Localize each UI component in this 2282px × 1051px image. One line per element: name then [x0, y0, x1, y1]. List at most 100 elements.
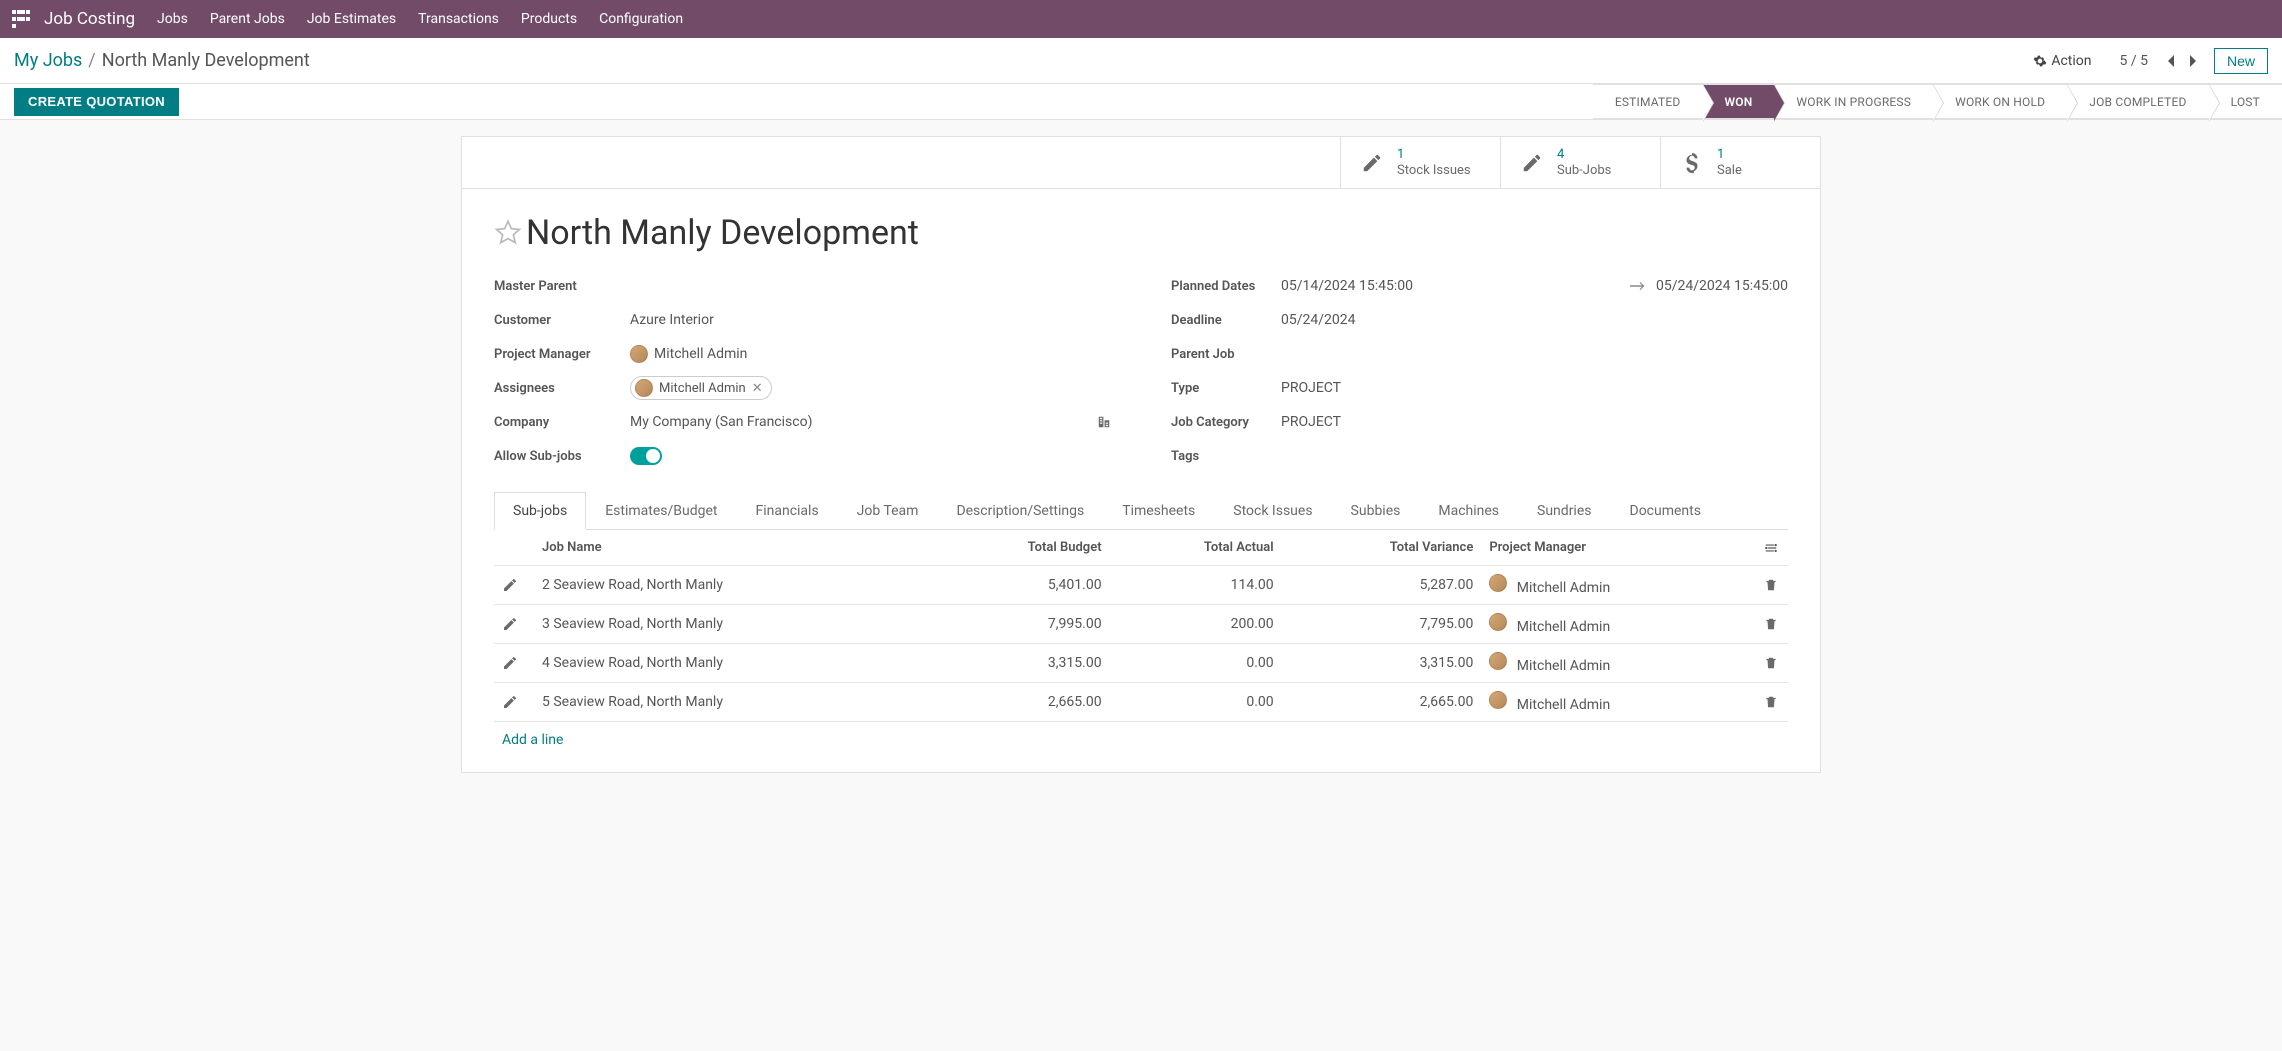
cell-total-variance: 2,665.00: [1282, 683, 1482, 722]
cell-job-name: 2 Seaview Road, North Manly: [534, 566, 929, 605]
table-row[interactable]: 4 Seaview Road, North Manly3,315.000.003…: [494, 644, 1788, 683]
value-assignees[interactable]: Mitchell Admin ✕: [630, 376, 772, 400]
nav-item-transactions[interactable]: Transactions: [418, 11, 499, 27]
cell-total-actual: 114.00: [1110, 566, 1282, 605]
create-quotation-button[interactable]: CREATE QUOTATION: [14, 88, 179, 116]
tab-stock-issues[interactable]: Stock Issues: [1214, 492, 1331, 530]
row-delete-icon[interactable]: [1764, 695, 1780, 709]
cell-total-variance: 3,315.00: [1282, 644, 1482, 683]
tab-job-team[interactable]: Job Team: [838, 492, 938, 530]
value-project-manager[interactable]: Mitchell Admin: [630, 345, 747, 363]
tab-timesheets[interactable]: Timesheets: [1103, 492, 1214, 530]
cell-project-manager: Mitchell Admin: [1481, 644, 1756, 683]
nav-item-jobs[interactable]: Jobs: [157, 11, 188, 27]
stat-count: 1: [1717, 147, 1742, 163]
row-edit-icon[interactable]: [502, 694, 526, 710]
stat-button-stock-issues[interactable]: 1Stock Issues: [1340, 137, 1500, 188]
cell-total-variance: 5,287.00: [1282, 566, 1482, 605]
status-row: CREATE QUOTATION ESTIMATEDWONWORK IN PRO…: [0, 84, 2282, 120]
breadcrumb-current: North Manly Development: [102, 50, 310, 71]
cell-total-budget: 2,665.00: [929, 683, 1109, 722]
row-delete-icon[interactable]: [1764, 617, 1780, 631]
status-bar: ESTIMATEDWONWORK IN PROGRESSWORK ON HOLD…: [1593, 84, 2282, 119]
cell-total-variance: 7,795.00: [1282, 605, 1482, 644]
pager-prev[interactable]: [2160, 54, 2182, 68]
stat-label: Sale: [1717, 163, 1742, 179]
cell-total-actual: 0.00: [1110, 644, 1282, 683]
nav-item-parent-jobs[interactable]: Parent Jobs: [210, 11, 285, 27]
row-edit-icon[interactable]: [502, 655, 526, 671]
row-delete-icon[interactable]: [1764, 578, 1780, 592]
tab-estimates-budget[interactable]: Estimates/Budget: [586, 492, 736, 530]
cell-total-actual: 0.00: [1110, 683, 1282, 722]
col-total-budget[interactable]: Total Budget: [929, 530, 1109, 566]
tab-documents[interactable]: Documents: [1611, 492, 1720, 530]
brand-title[interactable]: Job Costing: [44, 9, 135, 29]
action-menu-button[interactable]: Action: [2033, 53, 2091, 69]
favorite-star-icon[interactable]: [494, 219, 522, 247]
chip-remove-icon[interactable]: ✕: [752, 381, 763, 396]
arrow-right-icon: [1630, 281, 1646, 291]
breadcrumb-root[interactable]: My Jobs: [14, 50, 82, 71]
table-row[interactable]: 2 Seaview Road, North Manly5,401.00114.0…: [494, 566, 1788, 605]
cell-total-budget: 7,995.00: [929, 605, 1109, 644]
add-line-link[interactable]: Add a line: [494, 722, 571, 758]
label-master-parent: Master Parent: [494, 279, 630, 294]
stat-button-row: 1Stock Issues4Sub-Jobs1Sale: [462, 137, 1820, 189]
col-total-actual[interactable]: Total Actual: [1110, 530, 1282, 566]
tab-machines[interactable]: Machines: [1419, 492, 1518, 530]
avatar-icon: [1489, 691, 1507, 709]
row-delete-icon[interactable]: [1764, 656, 1780, 670]
value-deadline[interactable]: 05/24/2024: [1281, 312, 1356, 328]
label-planned-dates: Planned Dates: [1171, 279, 1281, 294]
status-step-lost[interactable]: LOST: [2209, 84, 2282, 119]
tab-subbies[interactable]: Subbies: [1332, 492, 1420, 530]
stat-button-sub-jobs[interactable]: 4Sub-Jobs: [1500, 137, 1660, 188]
table-settings-icon[interactable]: [1764, 541, 1780, 555]
label-project-manager: Project Manager: [494, 347, 630, 362]
value-customer[interactable]: Azure Interior: [630, 312, 714, 328]
cell-total-budget: 3,315.00: [929, 644, 1109, 683]
action-label: Action: [2051, 53, 2091, 69]
edit-icon: [1361, 152, 1383, 174]
tab-financials[interactable]: Financials: [736, 492, 837, 530]
tab-sundries[interactable]: Sundries: [1518, 492, 1610, 530]
row-edit-icon[interactable]: [502, 616, 526, 632]
cell-project-manager: Mitchell Admin: [1481, 683, 1756, 722]
row-edit-icon[interactable]: [502, 577, 526, 593]
value-type[interactable]: PROJECT: [1281, 380, 1341, 396]
nav-item-products[interactable]: Products: [521, 11, 577, 27]
status-step-estimated[interactable]: ESTIMATED: [1593, 84, 1703, 119]
nav-item-job-estimates[interactable]: Job Estimates: [307, 11, 396, 27]
stat-count: 4: [1557, 147, 1611, 163]
stat-count: 1: [1397, 147, 1471, 163]
col-total-variance[interactable]: Total Variance: [1282, 530, 1482, 566]
value-planned-dates[interactable]: 05/14/2024 15:45:00 05/24/2024 15:45:00: [1281, 278, 1788, 294]
status-step-job-completed[interactable]: JOB COMPLETED: [2067, 84, 2208, 119]
table-row[interactable]: 3 Seaview Road, North Manly7,995.00200.0…: [494, 605, 1788, 644]
status-step-work-on-hold[interactable]: WORK ON HOLD: [1933, 84, 2067, 119]
label-allow-subjobs: Allow Sub-jobs: [494, 449, 630, 464]
table-row[interactable]: 5 Seaview Road, North Manly2,665.000.002…: [494, 683, 1788, 722]
label-deadline: Deadline: [1171, 313, 1281, 328]
stat-button-sale[interactable]: 1Sale: [1660, 137, 1820, 188]
tab-description-settings[interactable]: Description/Settings: [937, 492, 1103, 530]
pager-next[interactable]: [2182, 54, 2204, 68]
allow-subjobs-toggle[interactable]: [630, 447, 662, 465]
status-step-work-in-progress[interactable]: WORK IN PROGRESS: [1774, 84, 1933, 119]
value-job-category[interactable]: PROJECT: [1281, 414, 1341, 430]
col-project-manager[interactable]: Project Manager: [1481, 530, 1756, 566]
assignee-chip[interactable]: Mitchell Admin ✕: [630, 376, 772, 400]
top-nav: Job Costing Jobs Parent Jobs Job Estimates…: [0, 0, 2282, 38]
avatar-icon: [1489, 652, 1507, 670]
cell-job-name: 5 Seaview Road, North Manly: [534, 683, 929, 722]
new-button[interactable]: New: [2214, 48, 2268, 74]
avatar-icon: [630, 345, 648, 363]
tab-sub-jobs[interactable]: Sub-jobs: [494, 492, 586, 530]
label-customer: Customer: [494, 313, 630, 328]
col-job-name[interactable]: Job Name: [534, 530, 929, 566]
label-type: Type: [1171, 381, 1281, 396]
value-company[interactable]: My Company (San Francisco): [630, 414, 1111, 430]
apps-icon[interactable]: [12, 10, 30, 28]
nav-item-configuration[interactable]: Configuration: [599, 11, 683, 27]
